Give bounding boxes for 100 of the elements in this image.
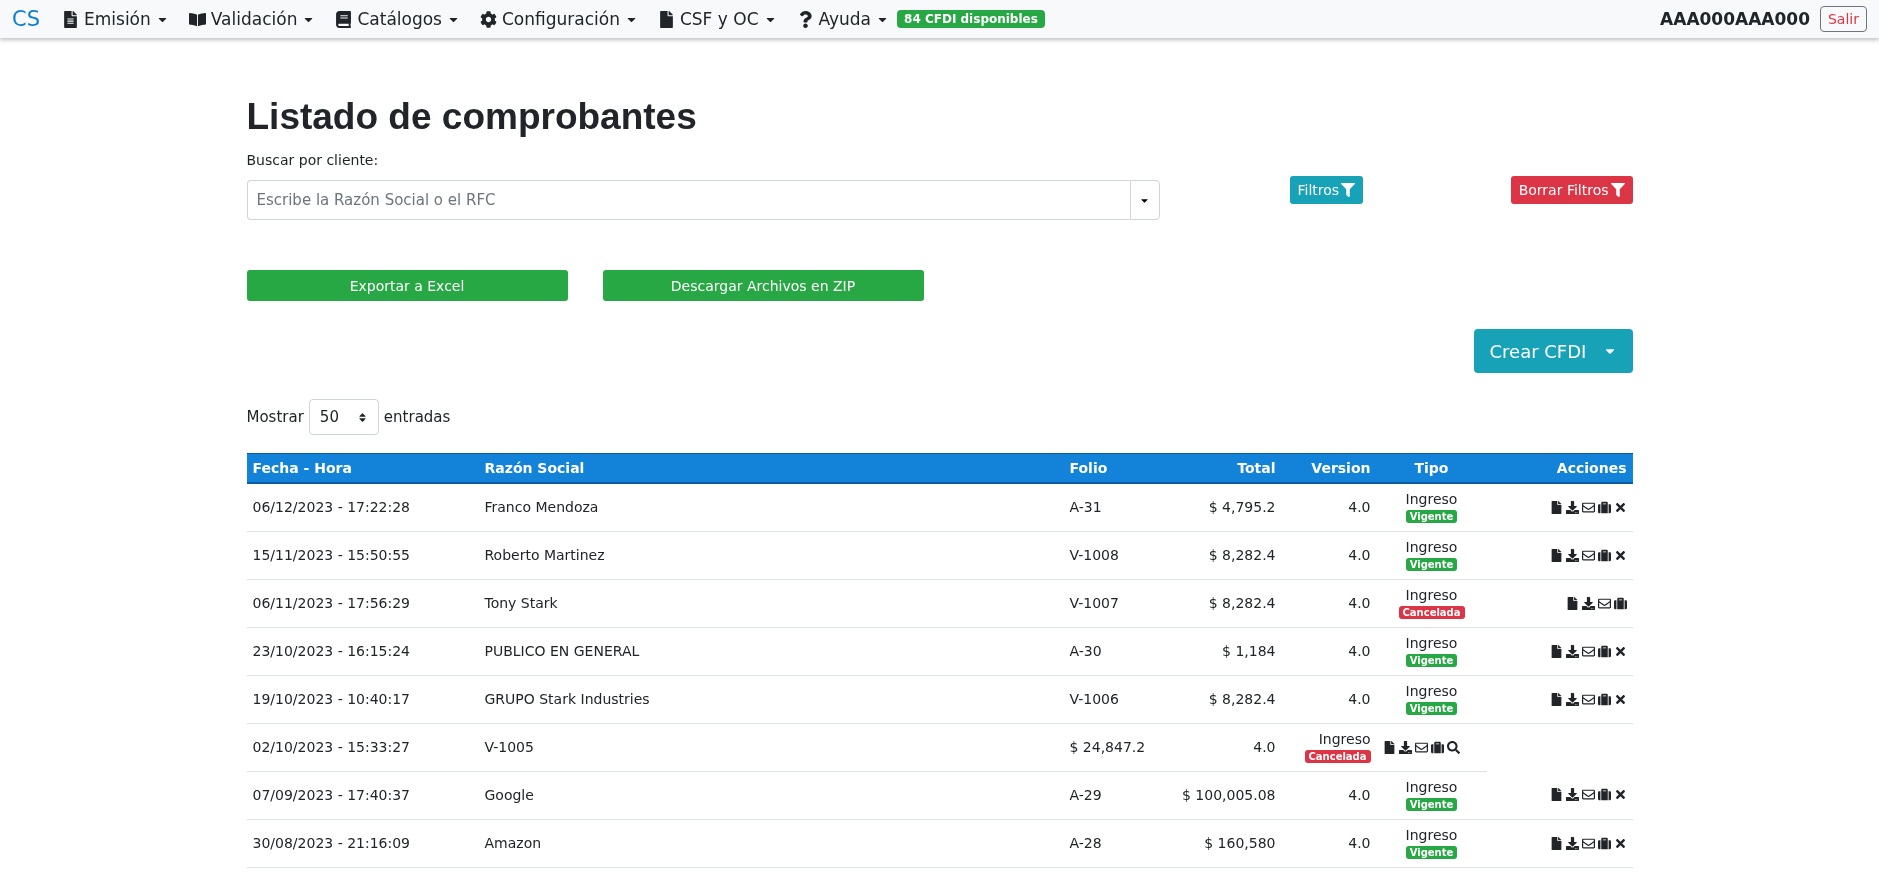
table-cell: $ 24,847.2 bbox=[1063, 723, 1174, 771]
table-cell: A-28 bbox=[1063, 819, 1174, 867]
column-header[interactable]: Total bbox=[1173, 453, 1282, 483]
column-header[interactable]: Razón Social bbox=[478, 453, 1064, 483]
download-icon[interactable] bbox=[1565, 836, 1579, 850]
download-icon[interactable] bbox=[1565, 692, 1579, 706]
column-header[interactable]: Folio bbox=[1063, 453, 1174, 483]
status-badge: Vigente bbox=[1405, 846, 1458, 859]
table-cell: $ 8,282.4 bbox=[1173, 579, 1282, 627]
filter-button[interactable]: Filtros bbox=[1289, 176, 1364, 204]
nav-menu[interactable]: Catálogos bbox=[335, 9, 460, 29]
download-icon[interactable] bbox=[1565, 548, 1579, 562]
brand-logo[interactable]: CS bbox=[12, 7, 40, 31]
file-icon[interactable] bbox=[1549, 692, 1563, 706]
table-cell: $ 160,580 bbox=[1173, 819, 1282, 867]
client-search-field[interactable]: Escribe la Razón Social o el RFC bbox=[246, 180, 1130, 220]
sort-icon bbox=[356, 411, 368, 423]
file-icon[interactable] bbox=[1549, 836, 1563, 850]
status-badge: Vigente bbox=[1405, 654, 1458, 667]
briefcase-icon[interactable] bbox=[1613, 596, 1627, 610]
briefcase-icon[interactable] bbox=[1597, 644, 1611, 658]
table-cell: $ 100,005.08 bbox=[1173, 771, 1282, 819]
briefcase-icon[interactable] bbox=[1597, 788, 1611, 802]
file-icon[interactable] bbox=[1565, 596, 1579, 610]
nav-menu[interactable]: CSF y OC bbox=[657, 9, 777, 29]
table-cell: PUBLICO EN GENERAL bbox=[478, 627, 1064, 675]
file-icon[interactable] bbox=[1549, 644, 1563, 658]
table-cell: $ 8,282.4 bbox=[1173, 675, 1282, 723]
export-button[interactable]: Descargar Archivos en ZIP bbox=[602, 270, 924, 301]
invoice-type: Ingreso bbox=[1404, 779, 1459, 795]
invoice-type: Ingreso bbox=[1404, 491, 1459, 508]
envelope-icon[interactable] bbox=[1581, 644, 1595, 658]
table-cell: Tony Stark bbox=[478, 579, 1064, 627]
create-cfdi-button[interactable]: Crear CFDI bbox=[1473, 329, 1633, 373]
close-icon[interactable] bbox=[1613, 788, 1627, 802]
column-header[interactable]: Fecha - Hora bbox=[246, 453, 479, 483]
nav-menu[interactable]: Emisión bbox=[62, 9, 169, 29]
close-icon[interactable] bbox=[1613, 836, 1627, 850]
filter-icon bbox=[1610, 183, 1625, 197]
table-cell: 07/09/2023 - 17:40:37 bbox=[246, 771, 479, 819]
dropdown-toggle[interactable] bbox=[1129, 180, 1160, 220]
briefcase-icon[interactable] bbox=[1597, 836, 1611, 850]
table-cell: 4.0 bbox=[1281, 819, 1377, 867]
close-icon[interactable] bbox=[1613, 692, 1627, 706]
envelope-icon[interactable] bbox=[1581, 500, 1595, 514]
gear-icon bbox=[479, 10, 497, 28]
column-header[interactable]: Version bbox=[1281, 453, 1377, 483]
table-cell: $ 8,282.4 bbox=[1173, 531, 1282, 579]
download-icon[interactable] bbox=[1565, 788, 1579, 802]
entries-select[interactable]: 50 bbox=[308, 399, 379, 435]
briefcase-icon[interactable] bbox=[1597, 548, 1611, 562]
file-icon[interactable] bbox=[1549, 548, 1563, 562]
search-icon[interactable] bbox=[1446, 740, 1460, 754]
column-header[interactable]: Acciones bbox=[1486, 453, 1633, 483]
book-icon bbox=[335, 10, 353, 28]
table-cell: 06/11/2023 - 17:56:29 bbox=[246, 579, 479, 627]
table-cell: V-1005 bbox=[478, 723, 1064, 771]
file-icon[interactable] bbox=[1549, 788, 1563, 802]
download-icon[interactable] bbox=[1565, 500, 1579, 514]
table-cell: 4.0 bbox=[1281, 579, 1377, 627]
envelope-icon[interactable] bbox=[1581, 692, 1595, 706]
table-cell: 02/10/2023 - 15:33:27 bbox=[246, 723, 479, 771]
table-cell: 15/11/2023 - 15:50:55 bbox=[246, 531, 479, 579]
envelope-icon[interactable] bbox=[1581, 788, 1595, 802]
download-icon[interactable] bbox=[1581, 596, 1595, 610]
clear-filters-button[interactable]: Borrar Filtros bbox=[1510, 176, 1633, 204]
table-cell: 19/10/2023 - 10:40:17 bbox=[246, 675, 479, 723]
table-cell: V-1006 bbox=[1063, 675, 1174, 723]
invoice-type: Ingreso bbox=[1404, 539, 1459, 555]
close-icon[interactable] bbox=[1613, 644, 1627, 658]
entries-label: entradas bbox=[383, 408, 451, 426]
nav-menu[interactable]: Configuración bbox=[479, 9, 638, 29]
envelope-icon[interactable] bbox=[1581, 836, 1595, 850]
briefcase-icon[interactable] bbox=[1430, 740, 1444, 754]
nav-menu[interactable]: Validación bbox=[188, 9, 316, 29]
download-icon[interactable] bbox=[1398, 740, 1412, 754]
envelope-icon[interactable] bbox=[1581, 548, 1595, 562]
status-badge: Cancelada bbox=[1304, 750, 1371, 763]
download-icon[interactable] bbox=[1565, 644, 1579, 658]
close-icon[interactable] bbox=[1613, 500, 1627, 514]
table-cell: Roberto Martinez bbox=[478, 531, 1064, 579]
envelope-icon[interactable] bbox=[1597, 596, 1611, 610]
briefcase-icon[interactable] bbox=[1597, 692, 1611, 706]
close-icon[interactable] bbox=[1613, 548, 1627, 562]
invoice-type: Ingreso bbox=[1404, 683, 1459, 699]
file-icon[interactable] bbox=[1382, 740, 1396, 754]
export-button[interactable]: Exportar a Excel bbox=[246, 270, 568, 301]
table-cell: $ 1,184 bbox=[1173, 627, 1282, 675]
briefcase-icon[interactable] bbox=[1597, 500, 1611, 514]
invoice-type: Ingreso bbox=[1404, 827, 1459, 843]
nav-menu[interactable]: Ayuda bbox=[796, 9, 890, 29]
table-cell: 30/08/2023 - 21:16:09 bbox=[246, 819, 479, 867]
file-icon[interactable] bbox=[1549, 500, 1563, 514]
envelope-icon[interactable] bbox=[1414, 740, 1428, 754]
logout-button[interactable]: Salir bbox=[1820, 6, 1867, 32]
table-cell: A-29 bbox=[1063, 771, 1174, 819]
credits-badge: 84 CFDI disponibles bbox=[897, 10, 1045, 28]
file-icon bbox=[657, 10, 675, 28]
table-cell: GRUPO Stark Industries bbox=[478, 675, 1064, 723]
column-header[interactable]: Tipo bbox=[1376, 453, 1487, 483]
